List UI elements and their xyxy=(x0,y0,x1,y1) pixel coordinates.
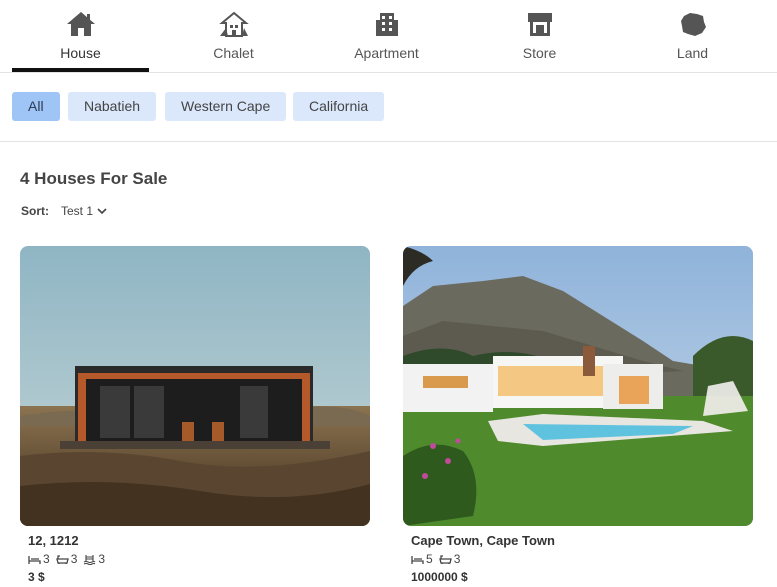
active-tab-indicator xyxy=(12,68,149,72)
tab-label: Store xyxy=(522,45,557,61)
tab-label: House xyxy=(60,45,101,61)
store-icon xyxy=(524,10,556,38)
tab-label: Land xyxy=(676,45,709,61)
filter-chip-all[interactable]: All xyxy=(12,92,60,121)
building-icon xyxy=(371,10,403,38)
tab-store[interactable]: Store xyxy=(471,0,608,72)
filter-chip-nabatieh[interactable]: Nabatieh xyxy=(68,92,157,121)
filter-chip-western-cape[interactable]: Western Cape xyxy=(165,92,287,121)
tab-chalet[interactable]: Chalet xyxy=(165,0,302,72)
container-cabin-photo[interactable] xyxy=(20,246,370,526)
tab-house[interactable]: House xyxy=(12,0,149,72)
listing-price: 3 $ xyxy=(28,570,45,584)
bathtub-icon xyxy=(438,554,452,565)
house-icon xyxy=(65,10,97,38)
tab-land[interactable]: Land xyxy=(624,0,761,72)
chalet-icon xyxy=(218,10,250,38)
bathtub-icon xyxy=(55,554,69,565)
listing-card[interactable]: Cape Town, Cape Town 5 3 1000000 $ xyxy=(403,246,753,584)
listing-card[interactable]: 12, 1212 3 3 3 3 $ xyxy=(20,246,370,584)
bathroom-count: 3 xyxy=(453,552,461,566)
sort-label: Sort: xyxy=(21,204,49,218)
listing-title: Cape Town, Cape Town xyxy=(411,533,555,548)
filter-chip-california[interactable]: California xyxy=(293,92,385,121)
listing-specs: 3 3 3 xyxy=(28,552,370,566)
bedroom-count: 5 xyxy=(426,552,433,566)
pool-icon xyxy=(83,554,96,565)
category-tabs: House Chalet Apartment Store Land xyxy=(0,0,777,73)
bed-icon xyxy=(28,554,41,565)
tab-apartment[interactable]: Apartment xyxy=(318,0,455,72)
bed-icon xyxy=(411,554,424,565)
bedroom-count: 3 xyxy=(43,552,50,566)
listing-title: 12, 1212 xyxy=(28,533,79,548)
villa-with-pool-photo[interactable] xyxy=(403,246,753,526)
tab-label: Apartment xyxy=(354,45,419,61)
listing-specs: 5 3 xyxy=(411,552,753,566)
section-divider xyxy=(0,141,777,142)
map-icon xyxy=(677,10,709,38)
pool-count: 3 xyxy=(98,552,106,566)
chevron-down-icon[interactable] xyxy=(97,206,107,216)
sort-dropdown[interactable]: Test 1 xyxy=(61,204,93,218)
listing-price: 1000000 $ xyxy=(411,570,468,584)
sort-control: Sort: Test 1 xyxy=(21,204,107,218)
bathroom-count: 3 xyxy=(70,552,78,566)
listing-heading: 4 Houses For Sale xyxy=(20,169,168,188)
tab-label: Chalet xyxy=(213,45,254,61)
